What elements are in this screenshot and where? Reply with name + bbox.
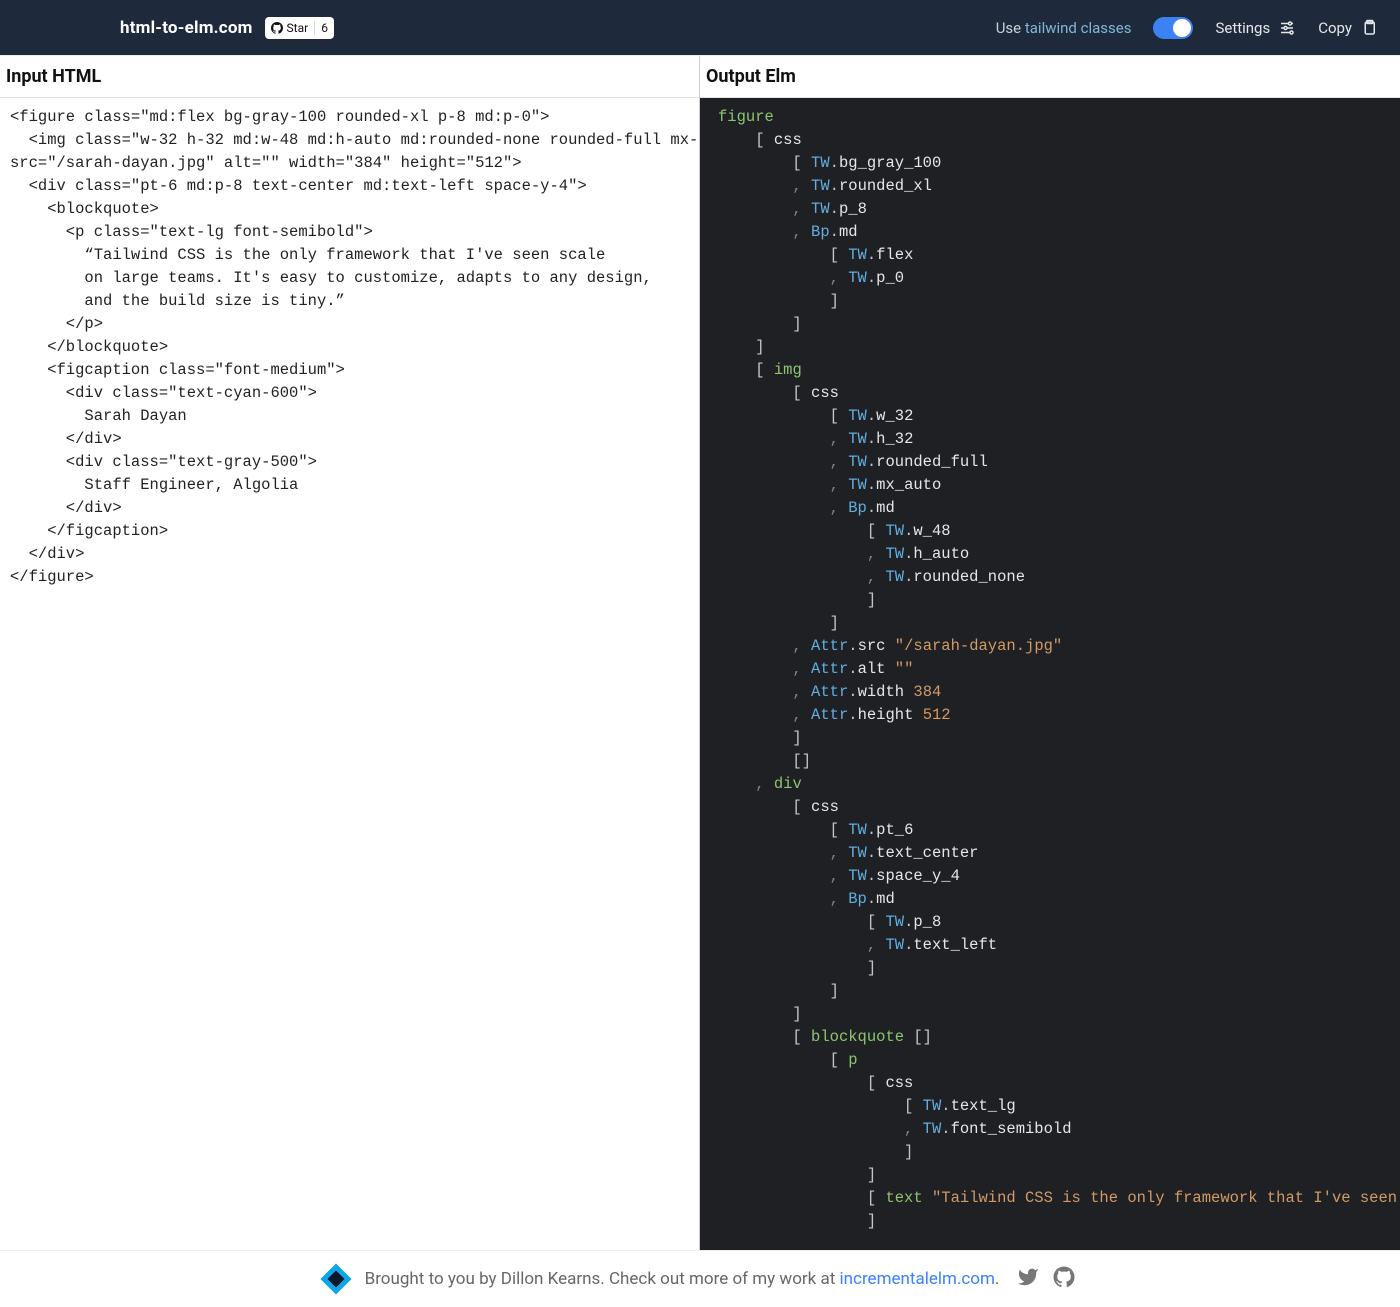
twitter-icon — [1017, 1266, 1039, 1288]
github-star-count: 6 — [315, 21, 334, 35]
settings-button[interactable]: Settings — [1215, 19, 1296, 37]
output-scroll[interactable]: figure [ css [ TW.bg_gray_100 , TW.round… — [700, 98, 1400, 1246]
github-star-label: Star — [287, 21, 309, 35]
output-pane: Output Elm figure [ css [ TW.bg_gray_100… — [700, 56, 1400, 1250]
github-icon — [271, 22, 283, 34]
github-link[interactable] — [1053, 1266, 1075, 1293]
output-pane-title: Output Elm — [700, 56, 1400, 98]
input-pane: Input HTML — [0, 56, 700, 1250]
topbar: html-to-elm.com Star 6 Use tailwind clas… — [0, 0, 1400, 55]
twitter-link[interactable] — [1017, 1266, 1039, 1293]
footer-text: Brought to you by Dillon Kearns. Check o… — [365, 1269, 1000, 1289]
input-html-textarea[interactable] — [0, 98, 699, 1246]
site-logo: html-to-elm.com — [120, 18, 253, 38]
copy-button[interactable]: Copy — [1318, 19, 1378, 37]
input-pane-title: Input HTML — [0, 56, 699, 98]
tailwind-toggle-label: Use tailwind classes — [996, 19, 1132, 37]
output-elm-code: figure [ css [ TW.bg_gray_100 , TW.round… — [700, 98, 1400, 1246]
footer: Brought to you by Dillon Kearns. Check o… — [0, 1250, 1400, 1307]
github-icon — [1053, 1266, 1075, 1288]
sliders-icon — [1278, 19, 1296, 37]
github-star-badge[interactable]: Star 6 — [265, 17, 334, 39]
tailwind-toggle[interactable] — [1153, 17, 1193, 39]
incremental-elm-link[interactable]: incrementalelm.com — [840, 1269, 995, 1289]
clipboard-icon — [1360, 19, 1378, 37]
incremental-elm-logo-icon — [320, 1263, 351, 1294]
panes: Input HTML Output Elm figure [ css [ TW.… — [0, 55, 1400, 1250]
